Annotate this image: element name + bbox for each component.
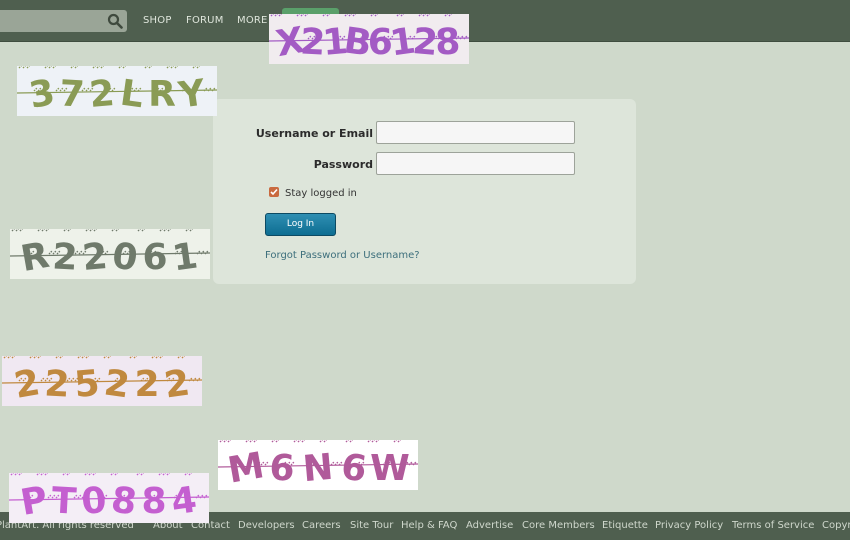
footer-link-terms[interactable]: Terms of Service: [732, 520, 814, 531]
captcha-image: M6N6W: [218, 440, 418, 490]
password-label: Password: [313, 158, 373, 171]
nav-more[interactable]: MORE: [237, 15, 268, 26]
login-panel: Username or Email Password Stay logged i…: [213, 99, 636, 284]
nav-shop[interactable]: SHOP: [143, 15, 172, 26]
footer-link-etiquette[interactable]: Etiquette: [602, 520, 648, 531]
footer-link-site-tour[interactable]: Site Tour: [350, 520, 393, 531]
captcha-char: 2: [134, 364, 159, 405]
captcha-char: 2: [81, 236, 110, 279]
search-box: [0, 10, 127, 32]
search-input[interactable]: [0, 10, 108, 32]
captcha-image: X21B6128: [269, 14, 469, 64]
captcha-char: 5: [73, 363, 102, 406]
captcha-char: R: [148, 74, 176, 115]
captcha-graphic: 372LRY: [17, 66, 217, 116]
footer-link-careers[interactable]: Careers: [302, 520, 341, 531]
captcha-graphic: R22061: [10, 229, 210, 279]
login-button[interactable]: Log In: [265, 213, 336, 236]
captcha-image: PT0884: [9, 473, 209, 523]
captcha-char: M: [225, 445, 267, 490]
captcha-char: 6: [268, 447, 295, 489]
password-field[interactable]: [376, 152, 575, 175]
captcha-graphic: 225222: [2, 356, 202, 406]
magnifier-icon[interactable]: [107, 13, 123, 29]
captcha-char: 6: [142, 237, 167, 278]
captcha-char: 7: [58, 73, 85, 115]
captcha-char: 0: [80, 480, 109, 523]
captcha-char: 2: [43, 363, 70, 405]
footer-link-advertise[interactable]: Advertise: [466, 520, 513, 531]
captcha-char: 8: [434, 21, 461, 63]
footer-link-developers[interactable]: Developers: [238, 520, 295, 531]
username-field[interactable]: [376, 121, 575, 144]
stay-logged-in-label[interactable]: Stay logged in: [285, 188, 357, 199]
stay-logged-in-checkbox[interactable]: [269, 187, 279, 197]
captcha-char: W: [370, 448, 410, 489]
footer-link-copyright[interactable]: Copyright: [822, 520, 850, 531]
nav-forum[interactable]: FORUM: [186, 15, 224, 26]
checkmark-icon: [270, 188, 278, 196]
captcha-graphic: M6N6W: [218, 440, 418, 490]
captcha-image: R22061: [10, 229, 210, 279]
footer-link-help[interactable]: Help & FAQ: [401, 520, 457, 531]
captcha-image: 225222: [2, 356, 202, 406]
forgot-password-link[interactable]: Forgot Password or Username?: [265, 250, 420, 261]
captcha-char: T: [51, 480, 78, 522]
footer-link-privacy[interactable]: Privacy Policy: [655, 520, 723, 531]
username-label: Username or Email: [255, 127, 373, 140]
footer-link-core-members[interactable]: Core Members: [522, 520, 595, 531]
captcha-char: 2: [88, 73, 117, 116]
captcha-char: 2: [51, 236, 78, 278]
captcha-image: 372LRY: [17, 66, 217, 116]
captcha-char: 8: [141, 481, 166, 522]
captcha-graphic: PT0884: [9, 473, 209, 523]
captcha-graphic: X21B6128: [269, 14, 469, 64]
captcha-char: N: [301, 447, 335, 490]
